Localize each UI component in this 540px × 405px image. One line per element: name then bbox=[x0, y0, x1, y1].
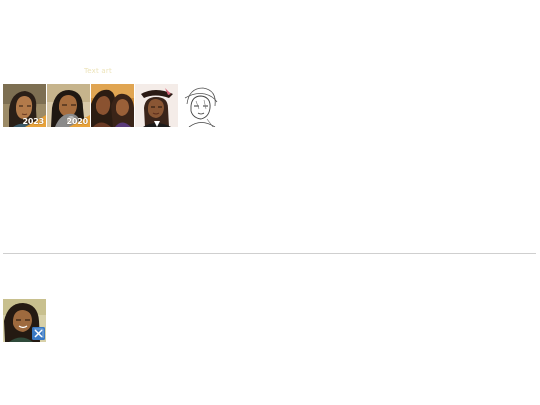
tagline-text: Text art bbox=[84, 67, 112, 75]
pirate-portrait-thumbnail-icon bbox=[135, 84, 178, 127]
page: Text art 2023 2020 bbox=[0, 0, 540, 405]
couple-portrait-thumbnail-icon bbox=[91, 84, 134, 127]
x-badge-icon bbox=[32, 327, 45, 340]
section-divider bbox=[3, 253, 536, 254]
gallery-thumb-couple[interactable] bbox=[91, 84, 134, 127]
gallery-strip: 2023 2020 bbox=[3, 84, 222, 127]
year-badge: 2020 bbox=[66, 117, 89, 126]
gallery-thumb-2020[interactable]: 2020 bbox=[47, 84, 90, 127]
year-badge: 2023 bbox=[22, 117, 45, 126]
gallery-thumb-pirate[interactable] bbox=[135, 84, 178, 127]
gallery-thumb-sketch[interactable] bbox=[179, 84, 222, 127]
gallery-thumb-2023[interactable]: 2023 bbox=[3, 84, 46, 127]
user-avatar-icon bbox=[3, 299, 46, 342]
sketch-portrait-thumbnail-icon bbox=[179, 84, 222, 127]
user-avatar[interactable] bbox=[3, 299, 46, 342]
